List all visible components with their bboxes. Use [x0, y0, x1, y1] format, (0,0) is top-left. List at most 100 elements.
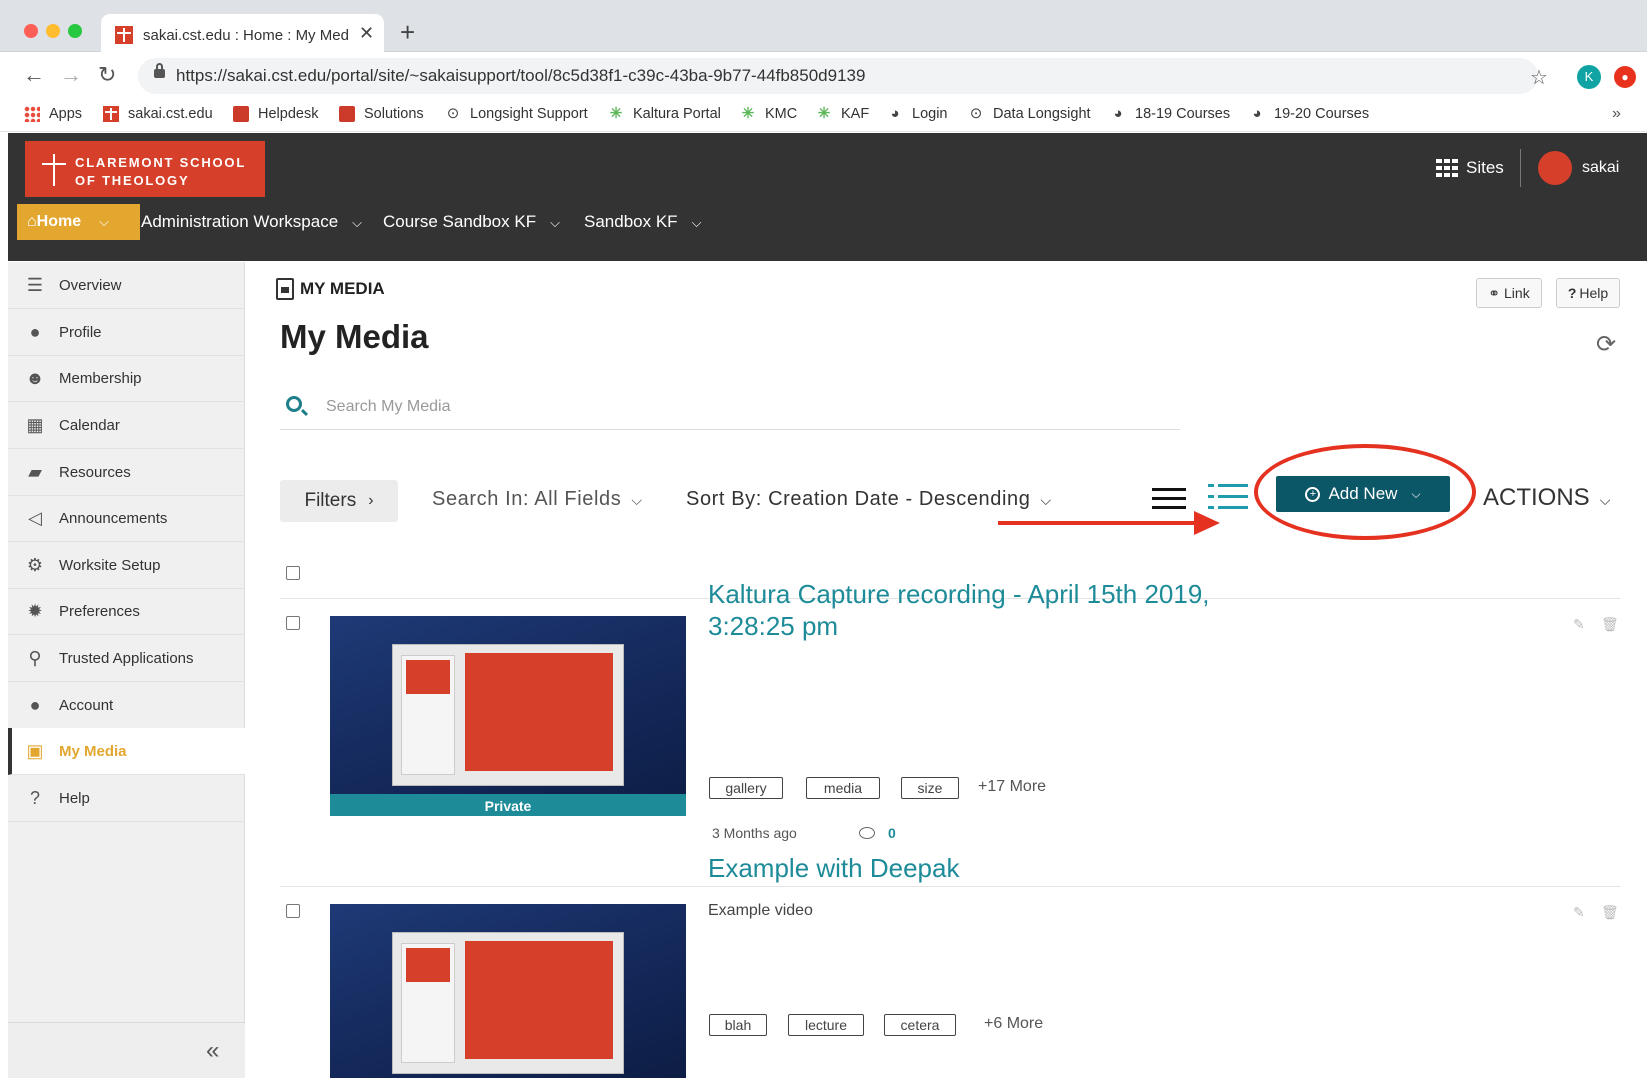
- entry-thumbnail[interactable]: [330, 904, 686, 1078]
- actions-dropdown[interactable]: ACTIONS ⌵: [1483, 484, 1610, 512]
- link-button[interactable]: ⚭ Link: [1476, 278, 1542, 308]
- bookmark-kmc[interactable]: ✳ KMC: [740, 106, 798, 123]
- bookmark-login[interactable]: ◕ Login: [887, 106, 947, 123]
- chevron-down-icon: ⌵: [1040, 492, 1052, 508]
- list-view-icon[interactable]: [1152, 488, 1186, 510]
- tool-worksite-setup[interactable]: ⚙ Worksite Setup: [8, 542, 245, 589]
- search-in-dropdown[interactable]: Search In: All Fields ⌵: [432, 488, 643, 511]
- bookmark-sakai[interactable]: sakai.cst.edu: [103, 106, 213, 122]
- bookmark-data-longsight[interactable]: ⊙ Data Longsight: [968, 106, 1091, 123]
- entry-thumbnail[interactable]: Private: [330, 616, 686, 816]
- tool-announcements[interactable]: ◁ Announcements: [8, 495, 245, 542]
- select-all-checkbox[interactable]: [286, 566, 300, 580]
- comment-count[interactable]: 0: [888, 825, 896, 841]
- bookmark-kaf[interactable]: ✳ KAF: [816, 106, 870, 123]
- tab-close-icon[interactable]: ✕: [359, 23, 374, 44]
- tool-help[interactable]: ? Help: [8, 775, 245, 822]
- url-text[interactable]: https://sakai.cst.edu/portal/site/~sakai…: [176, 66, 865, 86]
- sort-by-dropdown[interactable]: Sort By: Creation Date - Descending ⌵: [686, 488, 1052, 511]
- bookmark-label: KMC: [765, 106, 798, 122]
- helpdesk-icon: [233, 106, 249, 122]
- tool-label: Announcements: [59, 509, 168, 527]
- bookmark-solutions[interactable]: Solutions: [339, 106, 424, 122]
- search-input[interactable]: [326, 392, 1146, 422]
- site-nav: ⌂ Home ⌵ Administration Workspace ⌵ Course …: [8, 204, 1108, 244]
- tag-cetera[interactable]: cetera: [884, 1014, 956, 1036]
- tool-trusted-applications[interactable]: ⚲ Trusted Applications: [8, 635, 245, 682]
- refresh-icon[interactable]: ⟳: [1596, 330, 1616, 359]
- tag-size[interactable]: size: [901, 777, 959, 799]
- bookmark-label: 18-19 Courses: [1135, 106, 1231, 122]
- chevron-down-icon[interactable]: ⌵: [550, 215, 560, 230]
- extension-icon[interactable]: ●: [1614, 66, 1636, 88]
- tag-media[interactable]: media: [806, 777, 880, 799]
- entry-title-link[interactable]: Example with Deepak: [708, 852, 1268, 884]
- bookmark-19-20-courses[interactable]: ◕ 19-20 Courses: [1249, 106, 1369, 123]
- page-title: My Media: [280, 318, 429, 355]
- edit-pencil-icon[interactable]: ✎: [1573, 616, 1585, 633]
- window-close-button[interactable]: [24, 24, 38, 38]
- browser-tab-active[interactable]: sakai.cst.edu : Home : My Media ✕: [101, 14, 384, 53]
- tool-resources[interactable]: ▰ Resources: [8, 449, 245, 496]
- site-tab-label: Course Sandbox KF: [383, 212, 537, 231]
- portal-header: CLAREMONT SCHOOL OF THEOLOGY Sites sakai…: [8, 133, 1647, 261]
- filters-button[interactable]: Filters ›: [280, 480, 398, 522]
- bookmark-kaltura-portal[interactable]: ✳ Kaltura Portal: [608, 106, 721, 123]
- gears-icon: ⚙: [26, 555, 44, 575]
- more-tags-link[interactable]: +6 More: [984, 1015, 1043, 1033]
- tool-calendar[interactable]: ▦ Calendar: [8, 402, 245, 449]
- collapse-menu-icon[interactable]: «: [206, 1037, 219, 1065]
- chevron-down-icon[interactable]: ⌵: [99, 214, 109, 230]
- user-avatar[interactable]: [1538, 151, 1572, 185]
- bookmark-longsight-support[interactable]: ⊙ Longsight Support: [445, 106, 588, 123]
- delete-trash-icon[interactable]: 🗑: [1601, 904, 1619, 921]
- reload-icon[interactable]: ↻: [98, 62, 116, 88]
- tag-blah[interactable]: blah: [709, 1014, 767, 1036]
- profile-avatar[interactable]: K: [1577, 65, 1601, 89]
- folder-icon: ▰: [28, 462, 42, 482]
- entry-description: Example video: [708, 902, 813, 919]
- more-tags-link[interactable]: +17 More: [978, 778, 1046, 796]
- sites-button[interactable]: Sites: [1436, 158, 1504, 178]
- new-tab-button[interactable]: +: [400, 19, 415, 45]
- entry-checkbox[interactable]: [286, 904, 300, 918]
- site-tab-home[interactable]: ⌂ Home ⌵: [17, 204, 140, 240]
- site-tab-administration-workspace[interactable]: Administration Workspace ⌵: [141, 212, 362, 232]
- search-icon[interactable]: [286, 396, 302, 412]
- tool-label: Profile: [59, 323, 102, 341]
- user-name[interactable]: sakai: [1582, 159, 1619, 177]
- back-arrow-icon[interactable]: ←: [23, 62, 45, 88]
- entry-checkbox[interactable]: [286, 616, 300, 630]
- bookmark-star-icon[interactable]: ☆: [1530, 65, 1548, 90]
- chevron-down-icon[interactable]: ⌵: [352, 215, 362, 230]
- site-tab-course-sandbox-kf[interactable]: Course Sandbox KF ⌵: [383, 212, 560, 232]
- tool-title-text: MY MEDIA: [300, 279, 385, 298]
- bookmark-apps[interactable]: Apps: [24, 106, 82, 122]
- bookmark-helpdesk[interactable]: Helpdesk: [233, 106, 318, 122]
- tag-lecture[interactable]: lecture: [788, 1014, 864, 1036]
- delete-trash-icon[interactable]: 🗑: [1601, 616, 1619, 633]
- edit-pencil-icon[interactable]: ✎: [1573, 904, 1585, 921]
- site-tab-sandbox-kf[interactable]: Sandbox KF ⌵: [584, 212, 701, 232]
- bookmarks-overflow-icon[interactable]: »: [1612, 105, 1621, 123]
- entry-title-link[interactable]: Kaltura Capture recording - April 15th 2…: [708, 578, 1268, 642]
- tool-preferences[interactable]: ✹ Preferences: [8, 588, 245, 635]
- tool-overview[interactable]: ☰ Overview: [8, 262, 245, 309]
- address-bar[interactable]: https://sakai.cst.edu/portal/site/~sakai…: [138, 58, 1538, 94]
- tool-my-media[interactable]: ▣ My Media: [8, 728, 245, 775]
- detailed-view-icon[interactable]: [1208, 484, 1248, 510]
- filters-label: Filters: [304, 490, 357, 511]
- tool-account[interactable]: ● Account: [8, 682, 245, 729]
- tool-membership[interactable]: ☻ Membership: [8, 355, 245, 402]
- window-zoom-button[interactable]: [68, 24, 82, 38]
- tool-profile[interactable]: ● Profile: [8, 309, 245, 356]
- forward-arrow-icon[interactable]: →: [60, 62, 82, 88]
- bookmark-18-19-courses[interactable]: ◕ 18-19 Courses: [1110, 106, 1231, 123]
- cst-cross-icon: [103, 106, 119, 122]
- tag-gallery[interactable]: gallery: [709, 777, 783, 799]
- window-minimize-button[interactable]: [46, 24, 60, 38]
- cst-logo[interactable]: CLAREMONT SCHOOL OF THEOLOGY: [25, 141, 265, 197]
- help-button[interactable]: ? Help: [1556, 278, 1620, 308]
- chevron-down-icon[interactable]: ⌵: [692, 215, 702, 230]
- bookmark-label: KAF: [841, 106, 870, 122]
